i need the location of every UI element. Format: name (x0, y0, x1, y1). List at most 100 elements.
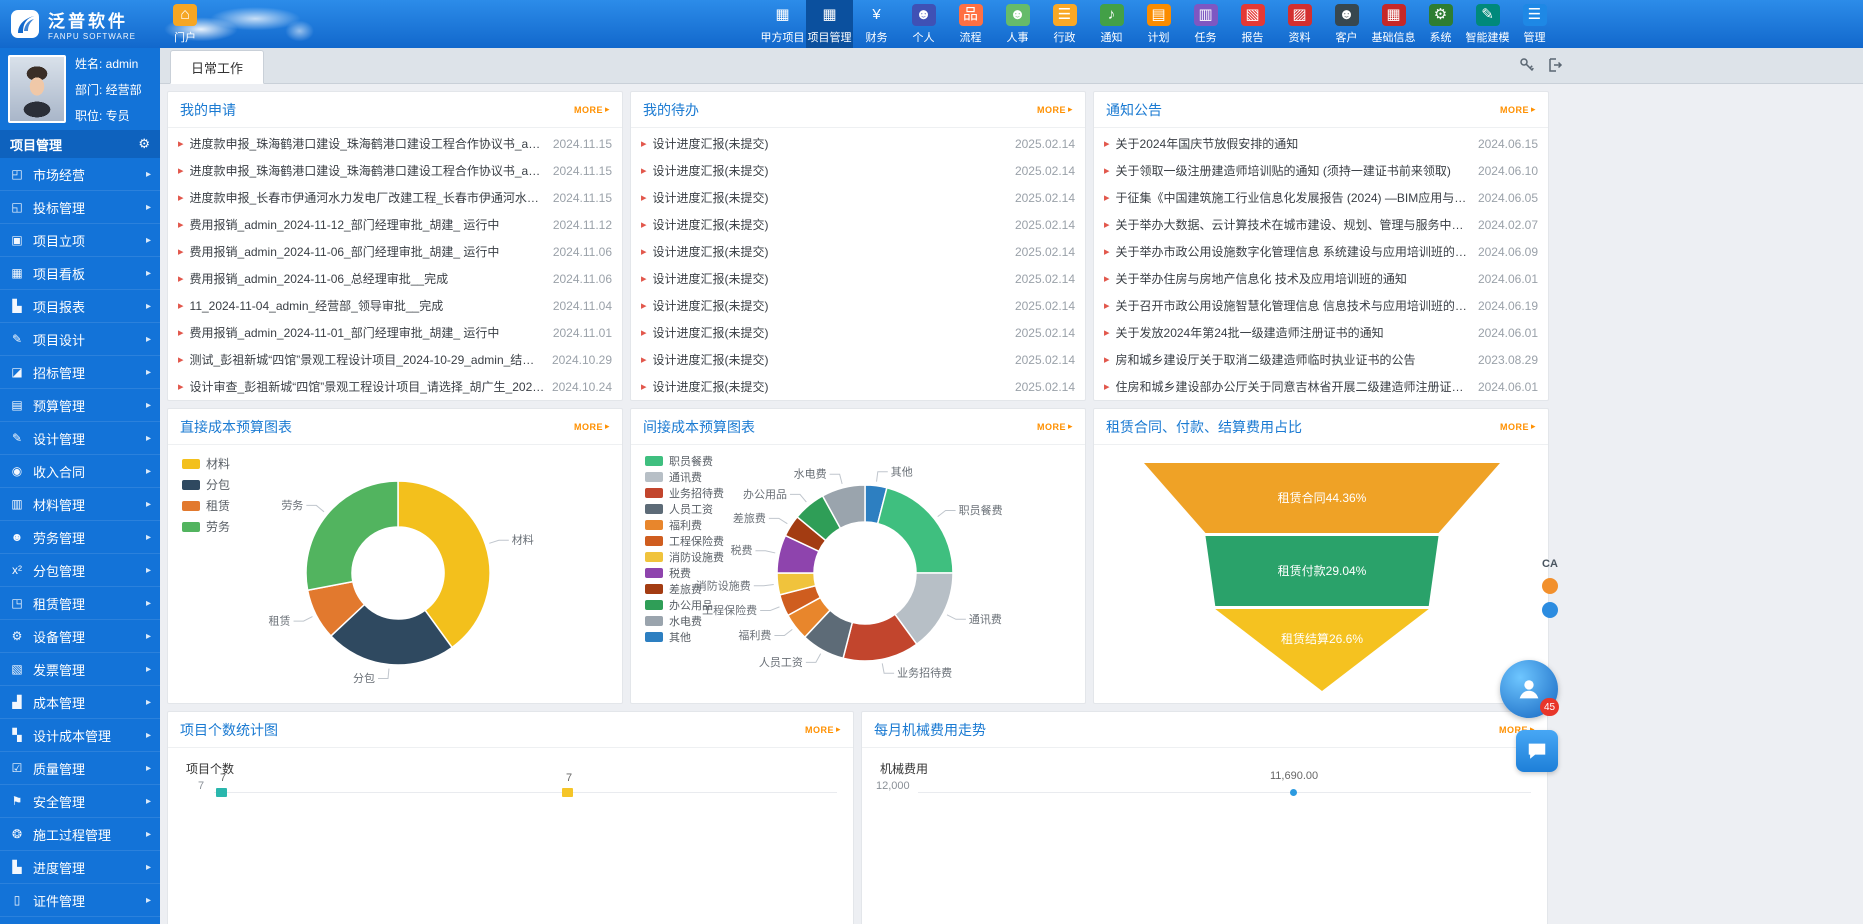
sidebar-menu-item[interactable]: ✎ 设计管理 ▸ (0, 422, 160, 455)
sidebar-menu-item[interactable]: ▤ 预算管理 ▸ (0, 389, 160, 422)
notice-list-item[interactable]: ▸ 关于举办住房与房地产信息化 技术及应用培训班的通知 2024.06.01 (1104, 265, 1538, 292)
notice-list-item[interactable]: ▸ 住房和城乡建设部办公厅关于同意吉林省开展二级建造师注册证书电子化试点... … (1104, 373, 1538, 400)
fanpu-logo[interactable]: 泛普软件 FANPU SOFTWARE (0, 0, 158, 48)
topbar-module[interactable]: ▦ 甲方项目 (759, 0, 806, 48)
topbar-module[interactable]: ☰ 管理 (1511, 0, 1558, 48)
notice-list-item[interactable]: ▸ 关于举办大数据、云计算技术在城市建设、规划、管理与服务中的应用培训班... … (1104, 211, 1538, 238)
notice-list-item[interactable]: ▸ 关于举办市政公用设施数字化管理信息 系统建设与应用培训班的通知 2024.0… (1104, 238, 1538, 265)
todo-list-item[interactable]: ▸ 设计进度汇报(未提交) 2025.02.14 (641, 346, 1075, 373)
sidebar-menu-item[interactable]: ⚑ 安全管理 ▸ (0, 785, 160, 818)
legend-item[interactable]: 消防设施费 (645, 549, 724, 565)
topbar-module[interactable]: 品 流程 (947, 0, 994, 48)
notice-list-item[interactable]: ▸ 关于召开市政公用设施智慧化管理信息 信息技术与应用培训班的通知 2024.0… (1104, 292, 1538, 319)
sidebar-menu-item[interactable]: ◱ 投标管理 ▸ (0, 191, 160, 224)
notice-list-item[interactable]: ▸ 关于领取一级注册建造师培训贴的通知 (须持一建证书前来领取) 2024.06… (1104, 157, 1538, 184)
application-list-item[interactable]: ▸ 测试_彭祖新城“四馆”景观工程设计项目_2024-10-29_admin_结… (178, 346, 612, 373)
application-list-item[interactable]: ▸ 费用报销_admin_2024-11-12_部门经理审批_胡建_ 运行中 2… (178, 211, 612, 238)
todo-list-item[interactable]: ▸ 设计进度汇报(未提交) 2025.02.14 (641, 157, 1075, 184)
ca-orange-icon[interactable] (1542, 578, 1558, 594)
sidebar-menu-item[interactable]: ⚙ 设备管理 ▸ (0, 620, 160, 653)
application-list-item[interactable]: ▸ 费用报销_admin_2024-11-06_部门经理审批_胡建_ 运行中 2… (178, 238, 612, 265)
legend-item[interactable]: 税费 (645, 565, 724, 581)
sidebar-menu-item[interactable]: x² 分包管理 ▸ (0, 554, 160, 587)
legend-item[interactable]: 分包 (182, 474, 230, 495)
nav-home[interactable]: ⌂ 门户 (158, 0, 212, 48)
application-list-item[interactable]: ▸ 进度款申报_珠海鹤港口建设_珠海鹤港口建设工程合作协议书_admin_...… (178, 157, 612, 184)
notice-list-item[interactable]: ▸ 房和城乡建设厅关于取消二级建造师临时执业证书的公告 2023.08.29 (1104, 346, 1538, 373)
sidebar-menu-item[interactable]: ◳ 租赁管理 ▸ (0, 587, 160, 620)
legend-item[interactable]: 人员工资 (645, 501, 724, 517)
todo-list-item[interactable]: ▸ 设计进度汇报(未提交) 2025.02.14 (641, 184, 1075, 211)
legend-item[interactable]: 工程保险费 (645, 533, 724, 549)
ca-blue-icon[interactable] (1542, 602, 1558, 618)
sidebar-menu-item[interactable]: ▯ 证件管理 ▸ (0, 884, 160, 917)
more-link[interactable]: MORE▸ (1037, 421, 1073, 432)
topbar-module[interactable]: ▨ 资料 (1276, 0, 1323, 48)
sidebar-menu-item[interactable]: ▧ 发票管理 ▸ (0, 653, 160, 686)
legend-item[interactable]: 福利费 (645, 517, 724, 533)
application-list-item[interactable]: ▸ 11_2024-11-04_admin_经营部_领导审批__完成 2024.… (178, 292, 612, 319)
more-link[interactable]: MORE▸ (574, 421, 610, 432)
chat-button[interactable] (1516, 730, 1558, 772)
todo-list-item[interactable]: ▸ 设计进度汇报(未提交) 2025.02.14 (641, 211, 1075, 238)
topbar-module[interactable]: ¥ 财务 (853, 0, 900, 48)
more-link[interactable]: MORE▸ (805, 724, 841, 735)
todo-list-item[interactable]: ▸ 设计进度汇报(未提交) 2025.02.14 (641, 265, 1075, 292)
topbar-module[interactable]: ☻ 个人 (900, 0, 947, 48)
application-list-item[interactable]: ▸ 进度款申报_长春市伊通河水力发电厂改建工程_长春市伊通河水力发电... 20… (178, 184, 612, 211)
sidebar-menu-item[interactable]: ▙ 项目报表 ▸ (0, 290, 160, 323)
sidebar-menu-item[interactable]: ▦ 项目看板 ▸ (0, 257, 160, 290)
more-link[interactable]: MORE▸ (1037, 104, 1073, 115)
legend-item[interactable]: 劳务 (182, 516, 230, 537)
exit-icon[interactable] (1547, 57, 1563, 73)
topbar-module[interactable]: ⚙ 系统 (1417, 0, 1464, 48)
key-icon[interactable] (1519, 57, 1535, 73)
topbar-module[interactable]: ▤ 计划 (1135, 0, 1182, 48)
topbar-module[interactable]: ♪ 通知 (1088, 0, 1135, 48)
ca-widget[interactable]: CA (1542, 558, 1558, 618)
legend-item[interactable]: 职员餐费 (645, 453, 724, 469)
sidebar-menu-item[interactable]: ▥ 材料管理 ▸ (0, 488, 160, 521)
legend-item[interactable]: 租赁 (182, 495, 230, 516)
sidebar-menu-item[interactable]: ▙ 进度管理 ▸ (0, 851, 160, 884)
sidebar-menu-item[interactable]: ☻ 劳务管理 ▸ (0, 521, 160, 554)
todo-list-item[interactable]: ▸ 设计进度汇报(未提交) 2025.02.14 (641, 373, 1075, 400)
sidebar-menu-item[interactable]: ◪ 招标管理 ▸ (0, 356, 160, 389)
topbar-module[interactable]: ▧ 报告 (1229, 0, 1276, 48)
sidebar-menu-item[interactable]: ▟ 成本管理 ▸ (0, 686, 160, 719)
application-list-item[interactable]: ▸ 费用报销_admin_2024-11-01_部门经理审批_胡建_ 运行中 2… (178, 319, 612, 346)
avatar[interactable] (8, 55, 66, 123)
todo-list-item[interactable]: ▸ 设计进度汇报(未提交) 2025.02.14 (641, 292, 1075, 319)
more-link[interactable]: MORE▸ (1500, 104, 1536, 115)
topbar-module[interactable]: ✎ 智能建模 (1464, 0, 1511, 48)
more-link[interactable]: MORE▸ (1500, 421, 1536, 432)
application-list-item[interactable]: ▸ 费用报销_admin_2024-11-06_总经理审批__完成 2024.1… (178, 265, 612, 292)
legend-item[interactable]: 业务招待费 (645, 485, 724, 501)
legend-item[interactable]: 其他 (645, 629, 724, 645)
legend-item[interactable]: 办公用品 (645, 597, 724, 613)
sidebar-menu-item[interactable]: ◰ 市场经营 ▸ (0, 158, 160, 191)
topbar-module[interactable]: ☻ 客户 (1323, 0, 1370, 48)
application-list-item[interactable]: ▸ 设计审查_彭祖新城“四馆”景观工程设计项目_请选择_胡广生_2024-10-… (178, 373, 612, 400)
topbar-module[interactable]: ▦ 项目管理 (806, 0, 853, 48)
sidebar-menu-item[interactable]: ☑ 质量管理 ▸ (0, 752, 160, 785)
gear-icon[interactable]: ⚙ (138, 136, 150, 152)
notice-list-item[interactable]: ▸ 于征集《中国建筑施工行业信息化发展报告 (2024) —BIM应用与发展》材… (1104, 184, 1538, 211)
topbar-module[interactable]: ☰ 行政 (1041, 0, 1088, 48)
application-list-item[interactable]: ▸ 进度款申报_珠海鹤港口建设_珠海鹤港口建设工程合作协议书_admin_...… (178, 130, 612, 157)
sidebar-menu-item[interactable]: ✎ 项目设计 ▸ (0, 323, 160, 356)
tab-daily-work[interactable]: 日常工作 (170, 50, 264, 84)
notice-list-item[interactable]: ▸ 关于发放2024年第24批一级建造师注册证书的通知 2024.06.01 (1104, 319, 1538, 346)
sidebar-menu-item[interactable]: ◉ 收入合同 ▸ (0, 455, 160, 488)
todo-list-item[interactable]: ▸ 设计进度汇报(未提交) 2025.02.14 (641, 319, 1075, 346)
sidebar-menu-item[interactable]: ❂ 施工过程管理 ▸ (0, 818, 160, 851)
more-link[interactable]: MORE▸ (574, 104, 610, 115)
sidebar-menu-item[interactable]: ▣ 项目立项 ▸ (0, 224, 160, 257)
notice-list-item[interactable]: ▸ 关于2024年国庆节放假安排的通知 2024.06.15 (1104, 130, 1538, 157)
topbar-module[interactable]: ☻ 人事 (994, 0, 1041, 48)
todo-list-item[interactable]: ▸ 设计进度汇报(未提交) 2025.02.14 (641, 238, 1075, 265)
topbar-module[interactable]: ▥ 任务 (1182, 0, 1229, 48)
legend-item[interactable]: 材料 (182, 453, 230, 474)
sidebar-menu-item[interactable]: ▚ 设计成本管理 ▸ (0, 719, 160, 752)
todo-list-item[interactable]: ▸ 设计进度汇报(未提交) 2025.02.14 (641, 130, 1075, 157)
